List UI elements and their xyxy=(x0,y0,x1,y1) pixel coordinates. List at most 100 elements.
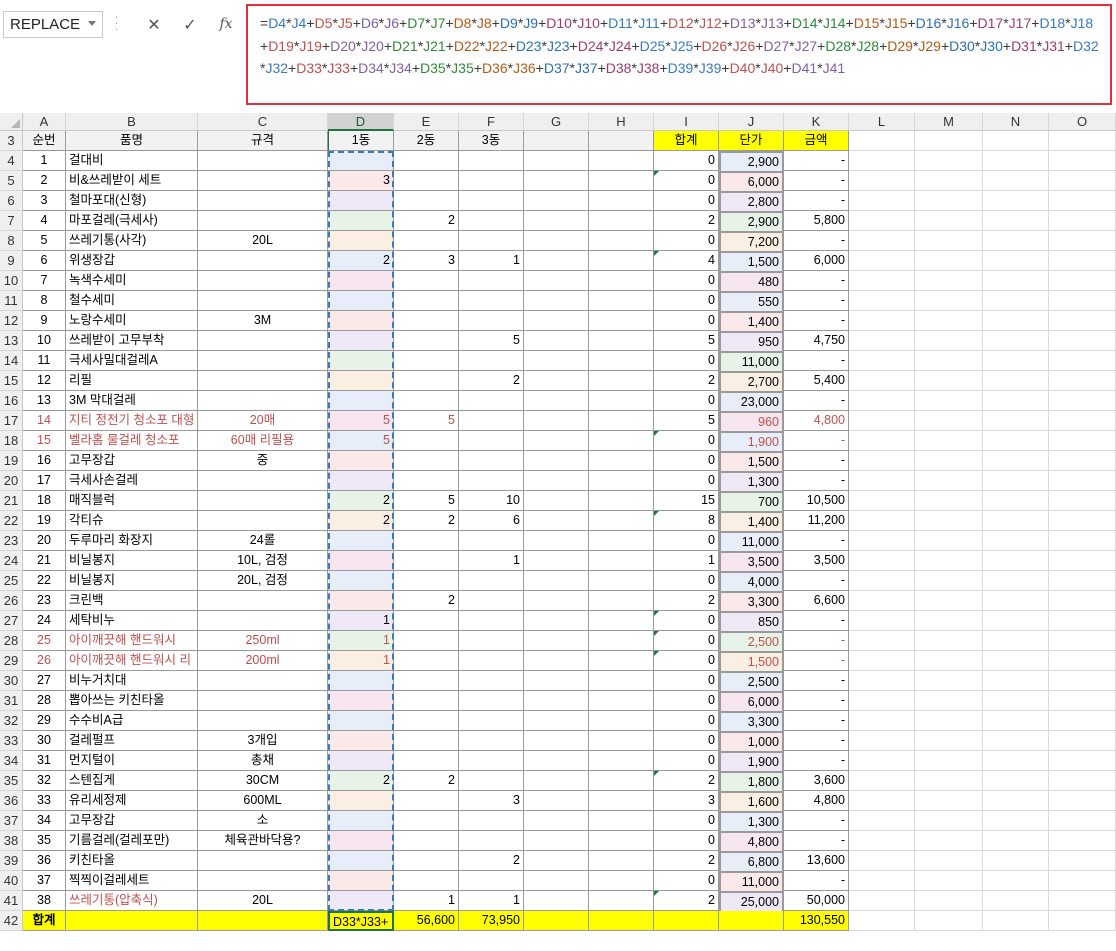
cell-o4[interactable] xyxy=(1049,151,1116,171)
cell-h39[interactable] xyxy=(589,851,654,871)
cell-j25[interactable]: 4,000 xyxy=(719,571,784,591)
cell-m42[interactable] xyxy=(915,911,983,931)
cell-f13[interactable]: 5 xyxy=(459,331,524,351)
cell-b30[interactable]: 비누거치대 xyxy=(66,671,198,691)
cell-n41[interactable] xyxy=(983,891,1049,911)
cell-g16[interactable] xyxy=(524,391,589,411)
cell-e14[interactable] xyxy=(394,351,459,371)
cell-g18[interactable] xyxy=(524,431,589,451)
cell-a28[interactable]: 25 xyxy=(23,631,66,651)
cell-m4[interactable] xyxy=(915,151,983,171)
cell-c12[interactable]: 3M xyxy=(198,311,328,331)
cell-f15[interactable]: 2 xyxy=(459,371,524,391)
row-header[interactable]: 31 xyxy=(0,691,23,711)
cell-e19[interactable] xyxy=(394,451,459,471)
cell-f19[interactable] xyxy=(459,451,524,471)
cell-k18[interactable]: - xyxy=(784,431,849,451)
row-header[interactable]: 22 xyxy=(0,511,23,531)
cell-c19[interactable]: 중 xyxy=(198,451,328,471)
cell-a38[interactable]: 35 xyxy=(23,831,66,851)
row-header[interactable]: 28 xyxy=(0,631,23,651)
row-header[interactable]: 35 xyxy=(0,771,23,791)
cell-l28[interactable] xyxy=(849,631,915,651)
error-indicator-icon[interactable] xyxy=(654,651,659,656)
cell-b17[interactable]: 지티 정전기 청소포 대형 xyxy=(66,411,198,431)
cell-e21[interactable]: 5 xyxy=(394,491,459,511)
cell-b40[interactable]: 찍찍이걸레세트 xyxy=(66,871,198,891)
cell-c26[interactable] xyxy=(198,591,328,611)
cell-b42[interactable] xyxy=(66,911,198,931)
cell-o23[interactable] xyxy=(1049,531,1116,551)
cell-a25[interactable]: 22 xyxy=(23,571,66,591)
cell-h25[interactable] xyxy=(589,571,654,591)
cell-e37[interactable] xyxy=(394,811,459,831)
cell-m25[interactable] xyxy=(915,571,983,591)
cell-j26[interactable]: 3,300 xyxy=(719,591,784,611)
row-header[interactable]: 3 xyxy=(0,131,23,151)
cell-h18[interactable] xyxy=(589,431,654,451)
cell-f9[interactable]: 1 xyxy=(459,251,524,271)
cell-n19[interactable] xyxy=(983,451,1049,471)
cell-h40[interactable] xyxy=(589,871,654,891)
cell-f22[interactable]: 6 xyxy=(459,511,524,531)
cell-j41[interactable]: 25,000 xyxy=(719,891,784,911)
cell-e40[interactable] xyxy=(394,871,459,891)
row-header[interactable]: 29 xyxy=(0,651,23,671)
cell-l17[interactable] xyxy=(849,411,915,431)
row-header[interactable]: 15 xyxy=(0,371,23,391)
cell-i23[interactable]: 0 xyxy=(654,531,719,551)
cell-o31[interactable] xyxy=(1049,691,1116,711)
cancel-icon[interactable]: ✕ xyxy=(140,11,168,38)
cell-m9[interactable] xyxy=(915,251,983,271)
cell-g39[interactable] xyxy=(524,851,589,871)
cell-l9[interactable] xyxy=(849,251,915,271)
cell-f29[interactable] xyxy=(459,651,524,671)
cell-o28[interactable] xyxy=(1049,631,1116,651)
row-header[interactable]: 12 xyxy=(0,311,23,331)
cell-o37[interactable] xyxy=(1049,811,1116,831)
cell-e25[interactable] xyxy=(394,571,459,591)
cell-e11[interactable] xyxy=(394,291,459,311)
cell-k34[interactable]: - xyxy=(784,751,849,771)
cell-m23[interactable] xyxy=(915,531,983,551)
cell-c21[interactable] xyxy=(198,491,328,511)
cell-g41[interactable] xyxy=(524,891,589,911)
cell-g32[interactable] xyxy=(524,711,589,731)
cell-f31[interactable] xyxy=(459,691,524,711)
cell-g11[interactable] xyxy=(524,291,589,311)
column-header-m[interactable]: M xyxy=(915,113,983,131)
column-header-g[interactable]: G xyxy=(524,113,589,131)
cell-m22[interactable] xyxy=(915,511,983,531)
select-all-corner[interactable] xyxy=(0,113,23,131)
cell-a16[interactable]: 13 xyxy=(23,391,66,411)
cell-k5[interactable]: - xyxy=(784,171,849,191)
row-header[interactable]: 23 xyxy=(0,531,23,551)
cell-h41[interactable] xyxy=(589,891,654,911)
cell-m8[interactable] xyxy=(915,231,983,251)
cell-n14[interactable] xyxy=(983,351,1049,371)
cell-l24[interactable] xyxy=(849,551,915,571)
cell-m35[interactable] xyxy=(915,771,983,791)
cell-g25[interactable] xyxy=(524,571,589,591)
cell-m41[interactable] xyxy=(915,891,983,911)
cell-m10[interactable] xyxy=(915,271,983,291)
cell-h37[interactable] xyxy=(589,811,654,831)
cell-b34[interactable]: 먼지털이 xyxy=(66,751,198,771)
row-header[interactable]: 25 xyxy=(0,571,23,591)
cell-n9[interactable] xyxy=(983,251,1049,271)
error-indicator-icon[interactable] xyxy=(654,511,659,516)
cell-a36[interactable]: 33 xyxy=(23,791,66,811)
cell-c11[interactable] xyxy=(198,291,328,311)
cell-b37[interactable]: 고무장갑 xyxy=(66,811,198,831)
cell-f41[interactable]: 1 xyxy=(459,891,524,911)
cell-i20[interactable]: 0 xyxy=(654,471,719,491)
cell-j19[interactable]: 1,500 xyxy=(719,451,784,471)
cell-h27[interactable] xyxy=(589,611,654,631)
cell-i29[interactable]: 0 xyxy=(654,651,719,671)
cell-l4[interactable] xyxy=(849,151,915,171)
cell-i24[interactable]: 1 xyxy=(654,551,719,571)
cell-c41[interactable]: 20L xyxy=(198,891,328,911)
cell-b28[interactable]: 아이깨끗해 핸드워시 xyxy=(66,631,198,651)
cell-a7[interactable]: 4 xyxy=(23,211,66,231)
cell-k3[interactable]: 금액 xyxy=(784,131,849,151)
